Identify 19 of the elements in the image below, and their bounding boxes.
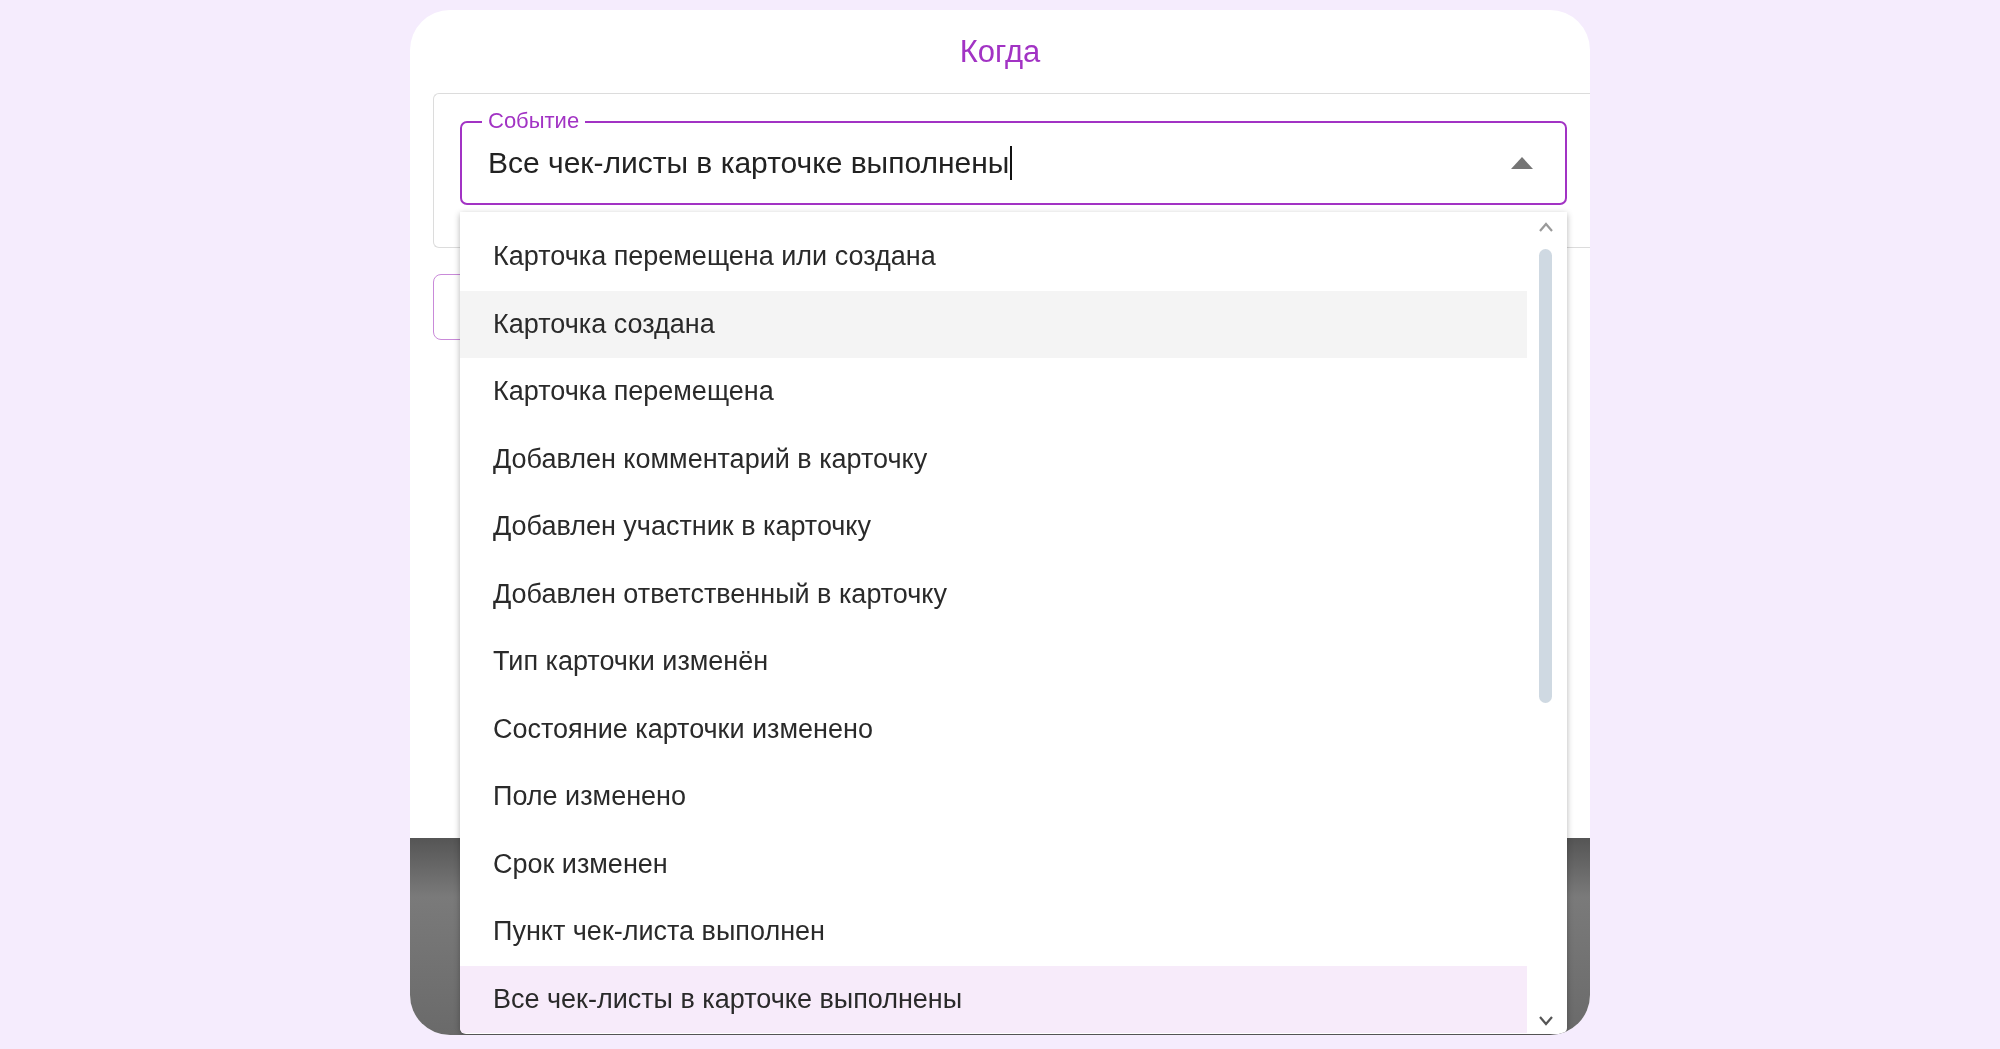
menu-option[interactable]: Добавлен ответственный в карточку xyxy=(460,560,1527,628)
caret-up-icon[interactable] xyxy=(1511,157,1533,169)
menu-option[interactable]: Поле изменено xyxy=(460,763,1527,831)
section-title: Когда xyxy=(959,34,1041,70)
menu-option[interactable]: Карточка создана xyxy=(460,290,1527,358)
menu-option[interactable]: Добавлен участник в карточку xyxy=(460,493,1527,561)
chevron-up-icon[interactable] xyxy=(1539,222,1553,232)
scrollbar-thumb[interactable] xyxy=(1539,249,1552,703)
menu-option[interactable]: Пункт чек-листа выполнен xyxy=(460,898,1527,966)
menu-option[interactable]: Срок изменен xyxy=(460,830,1527,898)
menu-option[interactable]: Все чек-листы в карточке выполнены xyxy=(460,965,1527,1033)
menu-option[interactable]: Карточка перемещена xyxy=(460,358,1527,426)
menu-option[interactable]: Карточка перемещена или создана xyxy=(460,223,1527,291)
text-cursor xyxy=(1010,146,1013,180)
field-value: Все чек-листы в карточке выполнены xyxy=(488,146,1010,180)
menu-option[interactable]: Тип карточки изменён xyxy=(460,628,1527,696)
menu-option[interactable]: Состояние карточки изменено xyxy=(460,695,1527,763)
menu-option[interactable]: Добавлен комментарий в карточку xyxy=(460,425,1527,493)
chevron-down-icon[interactable] xyxy=(1539,1016,1553,1026)
